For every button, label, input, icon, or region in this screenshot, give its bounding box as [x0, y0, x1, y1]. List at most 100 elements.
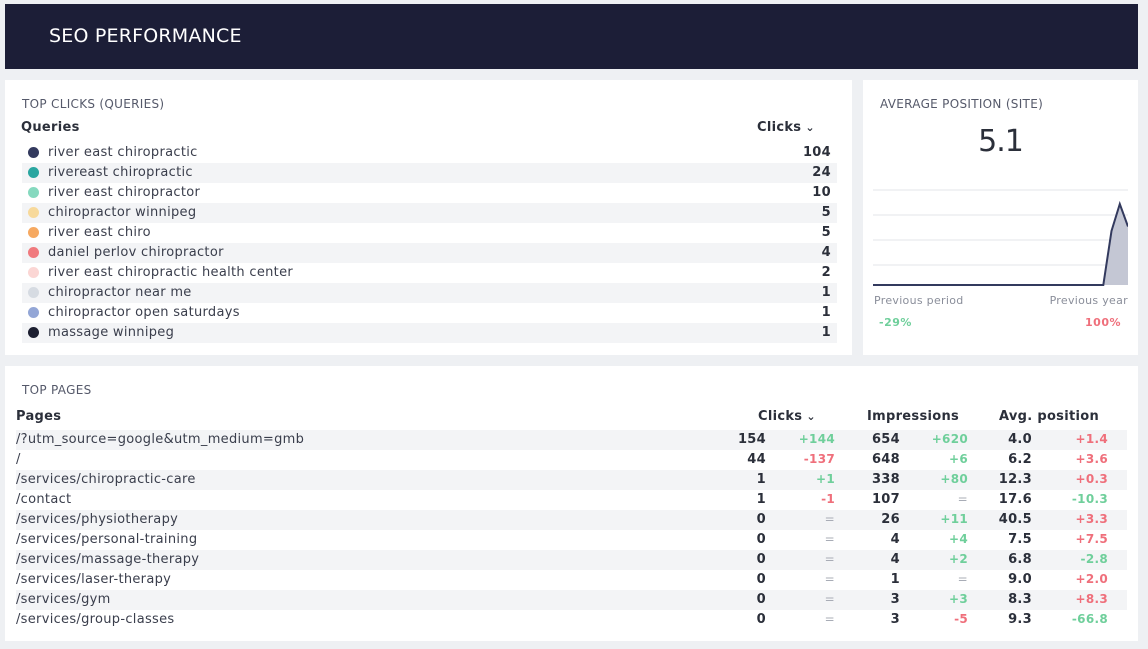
series-color-dot — [28, 227, 39, 238]
clicks-change: +1 — [815, 472, 835, 486]
impressions-value: 338 — [871, 472, 900, 487]
query-label: chiropractor winnipeg — [48, 205, 197, 220]
average-position-card: AVERAGE POSITION (SITE) 5.1 Previous per… — [863, 80, 1138, 355]
avg-position-change: +8.3 — [1075, 592, 1108, 606]
column-header-clicks-label: Clicks — [757, 120, 802, 135]
list-item[interactable]: river east chiropractic 104 — [22, 143, 837, 163]
list-item[interactable]: river east chiropractor 10 — [22, 183, 837, 203]
avg-position-change: -66.8 — [1071, 612, 1108, 626]
column-header-pages: Pages — [16, 409, 62, 424]
clicks-change: = — [824, 532, 835, 546]
page-path[interactable]: /contact — [16, 492, 71, 507]
query-clicks: 104 — [802, 145, 831, 160]
list-item[interactable]: river east chiropractic health center 2 — [22, 263, 837, 283]
query-clicks: 10 — [812, 185, 831, 200]
dashboard-header: SEO PERFORMANCE — [5, 4, 1138, 69]
impressions-value: 648 — [871, 452, 900, 467]
column-header-queries: Queries — [21, 120, 80, 135]
column-header-clicks[interactable]: Clicks ⌄ — [757, 120, 815, 135]
query-label: river east chiro — [48, 225, 151, 240]
impressions-change: = — [957, 492, 968, 506]
table-row[interactable]: /services/gym 0 = 3 +3 8.3 +8.3 — [16, 590, 1127, 610]
clicks-change: = — [824, 552, 835, 566]
clicks-value: 0 — [756, 552, 766, 567]
average-position-sparkline — [873, 189, 1128, 286]
column-header-avg-position[interactable]: Avg. position — [999, 409, 1099, 424]
query-clicks: 2 — [821, 265, 831, 280]
table-row[interactable]: /services/massage-therapy 0 = 4 +2 6.8 -2.8 — [16, 550, 1127, 570]
page-title: SEO PERFORMANCE — [49, 25, 242, 47]
table-row[interactable]: /services/chiropractic-care 1 +1 338 +80 12.3… — [16, 470, 1127, 490]
list-item[interactable]: chiropractor near me 1 — [22, 283, 837, 303]
query-label: river east chiropractor — [48, 185, 201, 200]
table-row[interactable]: /services/laser-therapy 0 = 1 = 9.0 +2.0 — [16, 570, 1127, 590]
series-color-dot — [28, 267, 39, 278]
query-label: daniel perlov chiropractor — [48, 245, 224, 260]
list-item[interactable]: daniel perlov chiropractor 4 — [22, 243, 837, 263]
top-pages-card: TOP PAGES Pages Clicks ⌄ Impressions Avg.… — [5, 366, 1138, 641]
page-path[interactable]: /services/personal-training — [16, 532, 197, 547]
chevron-down-icon: ⌄ — [806, 410, 816, 423]
impressions-value: 26 — [881, 512, 900, 527]
page-path[interactable]: /services/laser-therapy — [16, 572, 171, 587]
table-row[interactable]: /?utm_source=google&utm_medium=gmb 154 +14… — [16, 430, 1127, 450]
average-position-value: 5.1 — [978, 124, 1024, 159]
page-path[interactable]: /services/physiotherapy — [16, 512, 178, 527]
impressions-value: 3 — [890, 592, 900, 607]
clicks-value: 0 — [756, 512, 766, 527]
card-title: TOP CLICKS (QUERIES) — [22, 97, 165, 111]
clicks-value: 1 — [756, 472, 766, 487]
table-row[interactable]: / 44 -137 648 +6 6.2 +3.6 — [16, 450, 1127, 470]
avg-position-value: 4.0 — [1008, 432, 1032, 447]
list-item[interactable]: river east chiro 5 — [22, 223, 837, 243]
clicks-value: 44 — [747, 452, 766, 467]
page-path[interactable]: /services/massage-therapy — [16, 552, 199, 567]
table-row[interactable]: /services/group-classes 0 = 3 -5 9.3 -66.8 — [16, 610, 1127, 630]
table-row[interactable]: /services/personal-training 0 = 4 +4 7.5 +7.5 — [16, 530, 1127, 550]
query-label: massage winnipeg — [48, 325, 175, 340]
list-item[interactable]: rivereast chiropractic 24 — [22, 163, 837, 183]
column-header-impressions[interactable]: Impressions — [867, 409, 959, 424]
avg-position-value: 7.5 — [1008, 532, 1032, 547]
impressions-value: 3 — [890, 612, 900, 627]
avg-position-change: +0.3 — [1075, 472, 1108, 486]
list-item[interactable]: chiropractor winnipeg 5 — [22, 203, 837, 223]
impressions-value: 107 — [871, 492, 900, 507]
page-path[interactable]: / — [16, 452, 21, 467]
query-clicks: 1 — [821, 305, 831, 320]
clicks-change: = — [824, 592, 835, 606]
impressions-change: = — [957, 572, 968, 586]
chevron-down-icon: ⌄ — [805, 121, 815, 134]
impressions-value: 1 — [890, 572, 900, 587]
avg-position-change: +1.4 — [1075, 432, 1108, 446]
avg-position-value: 6.2 — [1008, 452, 1032, 467]
query-clicks: 5 — [821, 205, 831, 220]
query-label: river east chiropractic — [48, 145, 198, 160]
list-item[interactable]: chiropractor open saturdays 1 — [22, 303, 837, 323]
column-header-clicks[interactable]: Clicks ⌄ — [758, 409, 816, 424]
page-path[interactable]: /services/group-classes — [16, 612, 175, 627]
table-row[interactable]: /contact 1 -1 107 = 17.6 -10.3 — [16, 490, 1127, 510]
previous-year-label: Previous year — [1049, 294, 1128, 307]
table-row[interactable]: /services/physiotherapy 0 = 26 +11 40.5 +3.3 — [16, 510, 1127, 530]
avg-position-value: 9.0 — [1008, 572, 1032, 587]
avg-position-value: 8.3 — [1008, 592, 1032, 607]
clicks-change: = — [824, 572, 835, 586]
query-clicks: 4 — [821, 245, 831, 260]
series-color-dot — [28, 327, 39, 338]
previous-period-label: Previous period — [874, 294, 964, 307]
list-item[interactable]: massage winnipeg 1 — [22, 323, 837, 343]
page-path[interactable]: /services/chiropractic-care — [16, 472, 196, 487]
page-path[interactable]: /services/gym — [16, 592, 111, 607]
page-path[interactable]: /?utm_source=google&utm_medium=gmb — [16, 432, 304, 447]
avg-position-value: 6.8 — [1008, 552, 1032, 567]
avg-position-value: 9.3 — [1008, 612, 1032, 627]
card-title: AVERAGE POSITION (SITE) — [880, 97, 1044, 111]
card-title: TOP PAGES — [22, 383, 92, 397]
avg-position-value: 12.3 — [998, 472, 1032, 487]
avg-position-value: 40.5 — [998, 512, 1032, 527]
clicks-change: +144 — [798, 432, 835, 446]
clicks-change: = — [824, 512, 835, 526]
query-label: chiropractor near me — [48, 285, 192, 300]
avg-position-change: +2.0 — [1075, 572, 1108, 586]
